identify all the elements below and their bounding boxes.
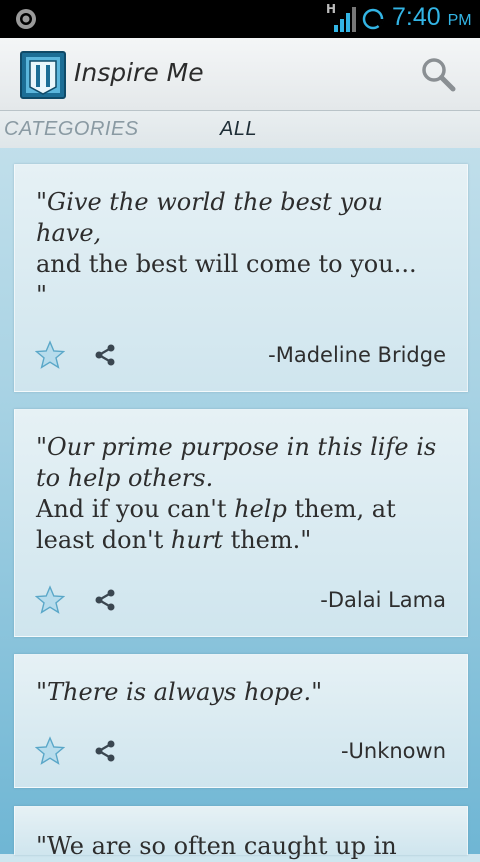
quote-open: ": [36, 433, 48, 461]
favorite-star-icon[interactable]: [35, 340, 65, 370]
share-icon[interactable]: [93, 739, 117, 763]
quote-open: ": [36, 678, 48, 706]
tab-bar: CATEGORIES ALL: [0, 111, 480, 148]
quote-italic: Give the world the best you have,: [36, 188, 383, 247]
tab-all[interactable]: ALL: [220, 118, 257, 141]
action-bar: Inspire Me: [0, 38, 480, 111]
favorite-star-icon[interactable]: [35, 736, 65, 766]
clock-time: 7:40: [392, 3, 441, 31]
clock: 7:40 PM: [392, 3, 472, 32]
quote-rest: and the best will come to you...: [36, 250, 417, 278]
quote-close: ": [311, 678, 323, 706]
quote-italic: There is always hope.: [47, 678, 312, 706]
quote-emphasis-hurt: hurt: [170, 526, 223, 554]
quote-italic: Our prime purpose in this life is to hel…: [36, 433, 437, 492]
quote-close: ": [36, 281, 48, 309]
quote-author: -Dalai Lama: [320, 588, 446, 612]
quote-text: "We are so often caught up in: [36, 831, 449, 862]
quote-author: -Unknown: [340, 739, 446, 763]
signal-icon: [334, 7, 356, 32]
status-bar: H 7:40 PM: [0, 0, 480, 38]
quote-emphasis-help: help: [234, 495, 287, 523]
quote-text: "Give the world the best you have, and th…: [36, 187, 449, 311]
app-logo-icon[interactable]: [20, 51, 66, 99]
app-title: Inspire Me: [74, 58, 204, 87]
clock-ampm: PM: [447, 12, 472, 29]
notification-circle-icon: [16, 9, 36, 29]
quote-author: -Madeline Bridge: [268, 343, 446, 367]
quote-part: them.": [222, 526, 312, 554]
share-icon[interactable]: [93, 588, 117, 612]
quote-partial: "We are so often caught up in: [36, 832, 397, 860]
search-icon[interactable]: [418, 54, 458, 94]
sync-icon: [362, 8, 384, 30]
favorite-star-icon[interactable]: [35, 585, 65, 615]
quote-text: "Our prime purpose in this life is to he…: [36, 432, 449, 556]
quote-card: "We are so often caught up in: [14, 806, 468, 860]
quote-card: "Our prime purpose in this life is to he…: [14, 409, 468, 637]
tab-categories[interactable]: CATEGORIES: [4, 118, 139, 141]
quote-card: "Give the world the best you have, and th…: [14, 164, 468, 392]
share-icon[interactable]: [93, 343, 117, 367]
quote-card: "There is always hope." -Unknown: [14, 654, 468, 788]
quote-part: And if you can't: [36, 495, 235, 523]
quote-text: "There is always hope.": [36, 677, 449, 708]
quote-open: ": [36, 188, 48, 216]
